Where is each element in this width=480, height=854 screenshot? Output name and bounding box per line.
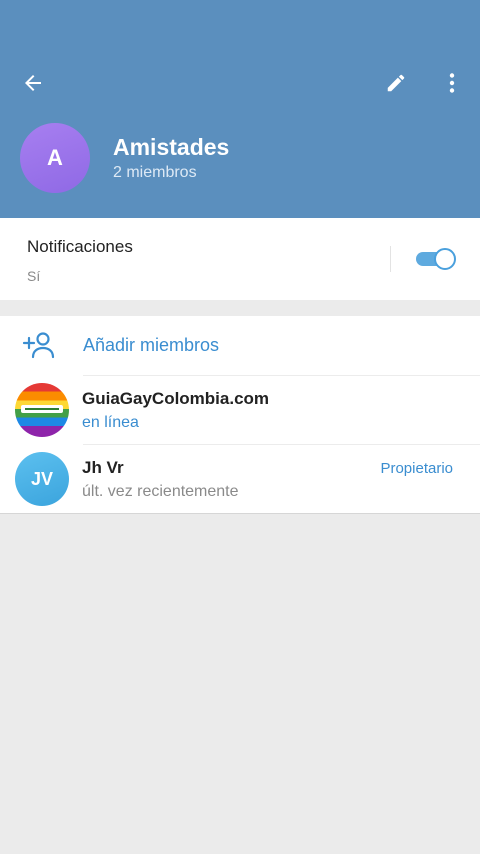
logo-band	[21, 405, 63, 413]
add-members-label: Añadir miembros	[83, 335, 220, 355]
more-options-button[interactable]	[432, 63, 472, 103]
member-name: Jh Vr	[82, 458, 124, 477]
member-row[interactable]: GuiaGayColombia.com en línea	[0, 375, 480, 444]
notifications-label: Notificaciones	[27, 237, 133, 256]
group-avatar[interactable]: A	[20, 123, 90, 193]
member-initials: JV	[30, 468, 54, 489]
notifications-value: Sí	[27, 268, 41, 284]
group-avatar-letter: A	[47, 145, 63, 170]
member-avatar: JV	[15, 452, 69, 506]
member-status: en línea	[82, 414, 139, 431]
member-avatar	[15, 383, 69, 437]
members-section: Añadir miembros GuiaGayColombia.com en l…	[0, 316, 480, 514]
group-title: Amistades	[113, 134, 230, 160]
notifications-row[interactable]: Notificaciones Sí	[0, 218, 480, 300]
edit-button[interactable]	[376, 63, 416, 103]
group-header: A Amistades 2 miembros	[0, 0, 480, 218]
add-members-button[interactable]: Añadir miembros	[0, 316, 480, 375]
toggle-knob	[434, 248, 456, 270]
arrow-left-icon	[25, 75, 41, 91]
notifications-toggle[interactable]	[414, 248, 456, 270]
divider	[390, 246, 391, 272]
member-name: GuiaGayColombia.com	[82, 389, 270, 408]
member-row[interactable]: JV Jh Vr últ. vez recientemente Propieta…	[0, 444, 480, 513]
back-button[interactable]	[13, 63, 53, 103]
add-user-icon	[22, 332, 55, 359]
member-role-badge: Propietario	[380, 460, 453, 477]
member-status: últ. vez recientemente	[82, 483, 239, 500]
pencil-icon	[387, 74, 405, 92]
more-vertical-icon	[449, 73, 455, 93]
group-member-count: 2 miembros	[113, 164, 197, 181]
